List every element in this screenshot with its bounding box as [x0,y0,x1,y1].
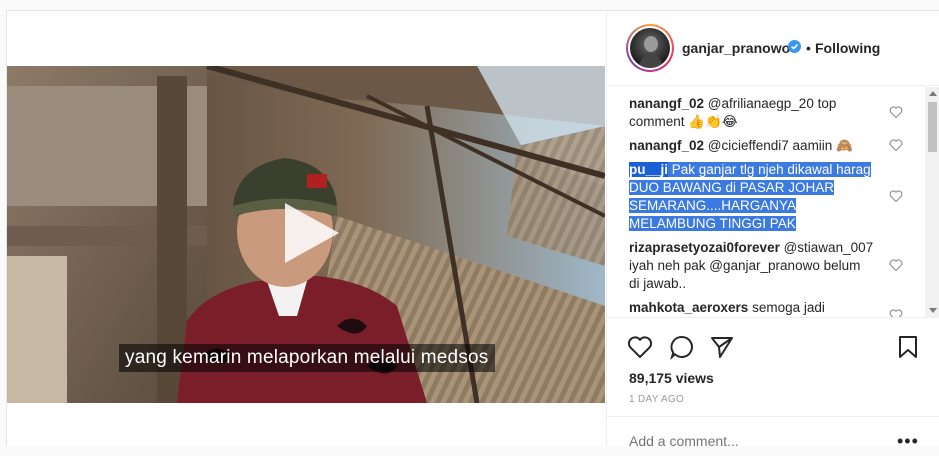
comment-text: di jawab.. [629,276,687,291]
comment-list: nanangf_02 @afrilianaegp_20 top comment … [607,87,939,317]
heart-icon[interactable] [889,105,903,119]
comments-scrollbar[interactable] [925,87,939,317]
comment-text: Pak ganjar tlg njeh dikawal harag [671,162,871,177]
video-subtitle: yang kemarin melaporkan melalui medsos [119,344,495,372]
heart-icon[interactable] [889,258,903,272]
comment-username[interactable]: nanangf_02 [629,96,704,111]
comment-text: iyah neh pak @ganjar_pranowo belum [629,258,861,273]
comment-username[interactable]: nanangf_02 [629,138,704,153]
comment-item: rizaprasetyozai0forever @stiawan_007 iya… [629,239,889,293]
play-icon[interactable] [275,199,343,267]
view-count[interactable]: 89,175 views [629,370,714,386]
comment-username[interactable]: rizaprasetyozai0forever [629,240,780,255]
post-timestamp[interactable]: 1 DAY AGO [629,394,684,405]
heart-icon[interactable] [889,138,903,152]
avatar-photo [630,28,670,68]
more-options-icon[interactable]: ••• [897,431,919,452]
post-sidebar: ganjar_pranowo • Following nanangf_02 @a… [606,10,939,451]
following-button[interactable]: Following [815,40,880,56]
comment-item: nanangf_02 @cicieffendi7 aamiin 🙈 [629,137,889,155]
comment-text: SEMARANG....HARGANYA [629,198,797,213]
heart-icon[interactable] [627,334,653,360]
add-comment-bar: ••• [607,416,939,456]
post-video[interactable]: yang kemarin melaporkan melalui medsos [7,66,605,403]
comment-text: @stiawan_007 [783,240,874,255]
comment-text: semoga jadi [752,300,825,315]
add-comment-input[interactable] [629,433,869,449]
comment-text: @cicieffendi7 aamiin 🙈 [707,138,853,153]
header-separator: • [806,40,811,56]
share-icon[interactable] [709,334,735,360]
comment-username[interactable]: mahkota_aeroxers [629,300,748,315]
heart-icon[interactable] [889,308,903,317]
post-actions: 89,175 views 1 DAY AGO ••• [607,317,939,451]
scroll-thumb[interactable] [928,102,937,152]
post-header: ganjar_pranowo • Following [607,10,939,86]
scroll-up-arrow-icon[interactable] [929,91,937,96]
comment-text: @afrilianaegp_20 top [707,96,837,111]
verified-icon [788,40,801,53]
comment-text: comment 👍👏😂 [629,114,738,129]
bookmark-icon[interactable] [895,334,921,360]
comment-item-selected: pu__ji Pak ganjar tlg njeh dikawal harag… [629,161,889,233]
comment-item: mahkota_aeroxers semoga jadi [629,299,889,317]
comment-item: nanangf_02 @afrilianaegp_20 top comment … [629,95,889,131]
comment-text: DUO BAWANG di PASAR JOHAR [629,180,835,195]
comment-username[interactable]: pu__ji [629,162,669,177]
heart-icon[interactable] [889,189,903,203]
username-link[interactable]: ganjar_pranowo [682,40,790,56]
comment-icon[interactable] [669,334,695,360]
comment-text: MELAMBUNG TINGGI PAK [629,216,796,231]
avatar[interactable] [626,24,674,72]
scroll-down-arrow-icon[interactable] [929,308,937,313]
avatar-silhouette-icon [638,36,663,68]
